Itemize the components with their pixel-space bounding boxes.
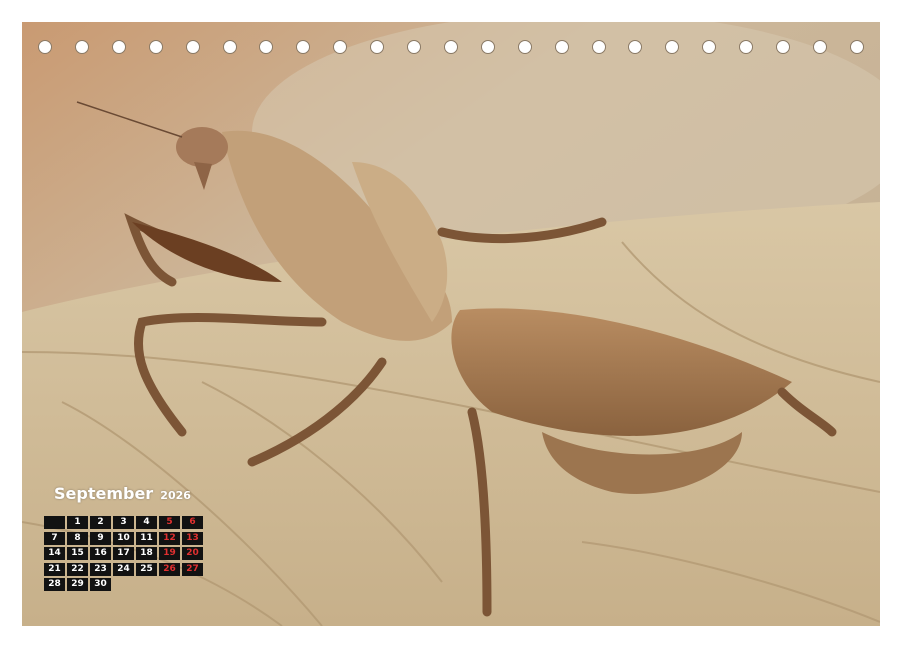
calendar-day: 26 bbox=[159, 562, 180, 576]
calendar-day: 12 bbox=[159, 531, 180, 545]
calendar-day: 30 bbox=[90, 578, 111, 591]
binding-hole bbox=[38, 40, 52, 54]
binding-hole bbox=[739, 40, 754, 54]
binding-hole bbox=[443, 40, 458, 54]
calendar-day: 14 bbox=[44, 547, 65, 560]
calendar-month: September bbox=[54, 484, 154, 503]
calendar-day: 15 bbox=[67, 547, 88, 560]
binding-hole bbox=[591, 40, 606, 54]
calendar-day: 3 bbox=[113, 516, 134, 529]
binding-hole bbox=[407, 40, 421, 54]
binding-hole bbox=[554, 40, 569, 54]
binding-hole bbox=[259, 40, 274, 54]
binding-hole bbox=[370, 40, 385, 54]
calendar-day: 22 bbox=[67, 562, 88, 576]
binding-hole bbox=[812, 40, 827, 54]
calendar-day: 10 bbox=[113, 531, 134, 545]
calendar-day: 19 bbox=[159, 547, 180, 560]
calendar-day: 21 bbox=[44, 562, 65, 576]
calendar-day: 4 bbox=[136, 516, 157, 529]
calendar-day: 11 bbox=[136, 531, 157, 545]
calendar-day: 9 bbox=[90, 531, 111, 545]
binding-hole bbox=[111, 40, 126, 54]
binding-hole bbox=[222, 40, 237, 54]
calendar-day: 1 bbox=[67, 516, 88, 529]
calendar-day: 29 bbox=[67, 578, 88, 591]
binding-holes bbox=[22, 22, 880, 72]
calendar-day: 18 bbox=[136, 547, 157, 560]
calendar-day: 28 bbox=[44, 578, 65, 591]
binding-hole bbox=[849, 40, 864, 54]
calendar-day: 17 bbox=[113, 547, 134, 560]
binding-hole bbox=[74, 40, 89, 54]
binding-hole bbox=[480, 40, 495, 54]
calendar-day: 20 bbox=[182, 547, 203, 560]
binding-hole bbox=[776, 40, 790, 54]
calendar-day: 8 bbox=[67, 531, 88, 545]
binding-hole bbox=[628, 40, 643, 54]
binding-hole bbox=[665, 40, 680, 54]
binding-hole bbox=[296, 40, 311, 54]
calendar-day bbox=[44, 516, 65, 529]
calendar-day: 27 bbox=[182, 562, 203, 576]
binding-hole bbox=[185, 40, 200, 54]
calendar-day: 2 bbox=[90, 516, 111, 529]
calendar-day: 13 bbox=[182, 531, 203, 545]
calendar-day: 25 bbox=[136, 562, 157, 576]
calendar-day: 7 bbox=[44, 531, 65, 545]
calendar-day: 24 bbox=[113, 562, 134, 576]
binding-hole bbox=[333, 40, 348, 54]
calendar-title: September 2026 bbox=[54, 484, 191, 503]
binding-hole bbox=[702, 40, 717, 54]
calendar-day: 23 bbox=[90, 562, 111, 576]
calendar-year: 2026 bbox=[160, 489, 191, 502]
mantis-head bbox=[176, 127, 228, 167]
calendar-day: 16 bbox=[90, 547, 111, 560]
binding-hole bbox=[517, 40, 532, 54]
calendar-day: 6 bbox=[182, 516, 203, 529]
binding-hole bbox=[148, 40, 163, 54]
calendar-day: 5 bbox=[159, 516, 180, 529]
